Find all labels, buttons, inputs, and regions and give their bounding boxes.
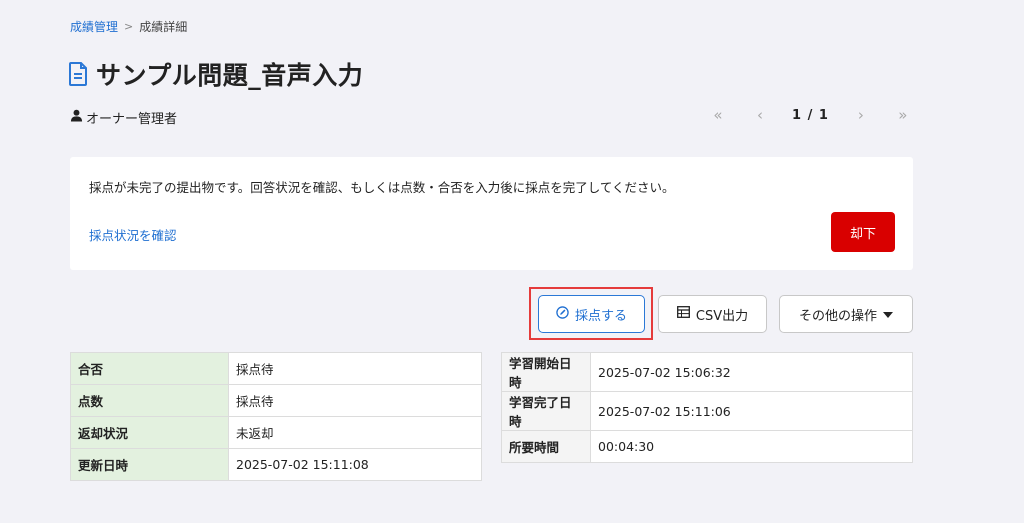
- prev-page-button[interactable]: ‹: [750, 106, 770, 124]
- breadcrumb: 成績管理 > 成績詳細: [70, 18, 187, 35]
- result-value: 採点待: [228, 352, 482, 385]
- time-key: 学習完了日時: [501, 391, 591, 431]
- check-grading-link[interactable]: 採点状況を確認: [89, 225, 177, 244]
- time-value: 00:04:30: [590, 430, 913, 463]
- table-row: 返却状況 未返却: [70, 416, 482, 449]
- action-bar: 採点する CSV出力 その他の操作: [0, 295, 1024, 335]
- other-actions-dropdown[interactable]: その他の操作: [779, 295, 913, 333]
- table-row: 学習完了日時 2025-07-02 15:11:06: [501, 391, 913, 431]
- time-key: 学習開始日時: [501, 352, 591, 392]
- result-key: 返却状況: [70, 416, 229, 449]
- table-row: 点数 採点待: [70, 384, 482, 417]
- user-icon: [70, 109, 83, 126]
- breadcrumb-current: 成績詳細: [139, 20, 188, 34]
- owner-label: オーナー管理者: [86, 112, 178, 127]
- grade-button-highlight: [529, 287, 653, 340]
- breadcrumb-link-grades[interactable]: 成績管理: [70, 18, 118, 35]
- time-value: 2025-07-02 15:11:06: [590, 391, 913, 431]
- last-page-button[interactable]: »: [893, 106, 913, 124]
- csv-export-button[interactable]: CSV出力: [658, 295, 767, 333]
- reject-button[interactable]: 却下: [831, 212, 895, 252]
- chevron-right-icon: >: [124, 20, 134, 33]
- caret-down-icon: [883, 307, 893, 322]
- table-icon: [676, 306, 690, 322]
- page-indicator: 1 / 1: [792, 107, 829, 123]
- result-value: 採点待: [228, 384, 482, 417]
- next-page-button[interactable]: ›: [851, 106, 871, 124]
- table-row: 学習開始日時 2025-07-02 15:06:32: [501, 352, 913, 392]
- result-table: 合否 採点待 点数 採点待 返却状況 未返却 更新日時 2025-07-02 1…: [70, 352, 482, 481]
- table-row: 所要時間 00:04:30: [501, 430, 913, 463]
- result-value: 2025-07-02 15:11:08: [228, 448, 482, 481]
- page-header: サンプル問題_音声入力: [68, 56, 363, 92]
- first-page-button[interactable]: «: [708, 106, 728, 124]
- result-value: 未返却: [228, 416, 482, 449]
- csv-button-label: CSV出力: [695, 308, 749, 324]
- time-key: 所要時間: [501, 430, 591, 463]
- result-key: 更新日時: [70, 448, 229, 481]
- time-table: 学習開始日時 2025-07-02 15:06:32 学習完了日時 2025-0…: [501, 352, 913, 463]
- other-actions-label: その他の操作: [798, 308, 877, 324]
- grading-notice: 採点が未完了の提出物です。回答状況を確認、もしくは点数・合否を入力後に採点を完了…: [70, 157, 913, 270]
- document-icon: [68, 62, 88, 86]
- pagination: « ‹ 1 / 1 › »: [708, 106, 913, 124]
- page-title: サンプル問題_音声入力: [96, 61, 364, 90]
- table-row: 更新日時 2025-07-02 15:11:08: [70, 448, 482, 481]
- notice-message: 採点が未完了の提出物です。回答状況を確認、もしくは点数・合否を入力後に採点を完了…: [89, 180, 675, 195]
- result-key: 合否: [70, 352, 229, 385]
- table-row: 合否 採点待: [70, 352, 482, 385]
- time-value: 2025-07-02 15:06:32: [590, 352, 913, 392]
- owner-info: オーナー管理者: [70, 108, 177, 127]
- result-key: 点数: [70, 384, 229, 417]
